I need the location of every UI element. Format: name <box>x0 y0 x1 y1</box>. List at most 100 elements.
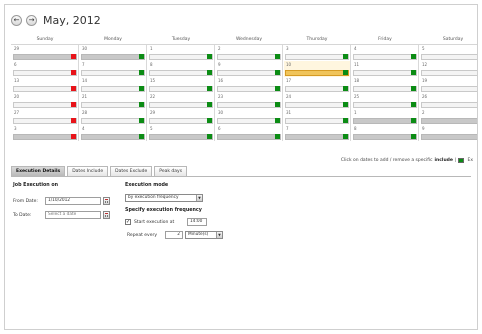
tab-dates-include[interactable]: Dates Include <box>67 166 109 176</box>
include-marker <box>207 118 212 123</box>
day-number: 6 <box>14 62 17 67</box>
calendar-day-cell[interactable]: 9 <box>419 125 477 141</box>
scheduler-window: ← → May, 2012 Sunday Monday Tuesday Wednesd… <box>4 4 478 330</box>
day-number: 27 <box>14 110 20 115</box>
day-slot <box>285 134 349 140</box>
day-slot <box>81 86 145 92</box>
calendar-day-cell[interactable]: 8 <box>351 125 419 141</box>
calendar-day-cell[interactable]: 6 <box>215 125 283 141</box>
day-number: 1 <box>150 46 153 51</box>
calendar-day-cell[interactable]: 28 <box>79 109 147 125</box>
include-marker <box>207 102 212 107</box>
include-marker <box>343 134 348 139</box>
start-execution-label: Start execution at <box>134 220 175 225</box>
calendar-day-cell[interactable]: 3 <box>283 45 351 61</box>
day-number: 13 <box>14 78 20 83</box>
include-marker <box>275 70 280 75</box>
day-slot <box>81 118 145 124</box>
include-marker <box>139 134 144 139</box>
day-number: 14 <box>82 78 88 83</box>
calendar-day-cell[interactable]: 5 <box>147 125 215 141</box>
include-marker <box>139 102 144 107</box>
to-date-calendar-icon[interactable] <box>103 211 110 219</box>
tab-execution-details[interactable]: Execution Details <box>11 166 66 176</box>
include-marker <box>139 86 144 91</box>
execution-mode-select[interactable]: by execution frequency ▼ <box>125 194 203 202</box>
day-slot <box>353 54 417 60</box>
calendar-day-cell[interactable]: 24 <box>283 93 351 109</box>
day-number: 5 <box>422 46 425 51</box>
day-number: 16 <box>218 78 224 83</box>
calendar-week-row: 20 21 22 23 24 25 26 <box>11 92 477 109</box>
calendar-day-cell[interactable]: 11 <box>351 61 419 77</box>
execution-mode-title: Execution mode <box>125 183 169 188</box>
calendar-day-cell[interactable]: 2 <box>419 109 477 125</box>
include-marker <box>207 134 212 139</box>
calendar-day-cell[interactable]: 5 <box>419 45 477 61</box>
calendar-day-cell[interactable]: 4 <box>351 45 419 61</box>
exclude-marker <box>71 54 76 59</box>
calendar-day-cell[interactable]: 1 <box>351 109 419 125</box>
calendar-day-cell[interactable]: 12 <box>419 61 477 77</box>
weekday-label: Sunday <box>36 37 54 42</box>
weekday-label: Thursday <box>306 37 328 42</box>
calendar-day-cell[interactable]: 20 <box>11 93 79 109</box>
calendar-day-cell[interactable]: 30 <box>79 45 147 61</box>
calendar-day-cell[interactable]: 19 <box>419 77 477 93</box>
calendar-day-cell[interactable]: 1 <box>147 45 215 61</box>
calendar-day-cell[interactable]: 4 <box>79 125 147 141</box>
calendar-day-cell[interactable]: 18 <box>351 77 419 93</box>
chevron-down-icon: ▼ <box>216 232 222 238</box>
calendar-day-cell[interactable]: 6 <box>11 61 79 77</box>
calendar-day-cell[interactable]: 22 <box>147 93 215 109</box>
day-slot <box>421 70 477 76</box>
calendar-day-cell[interactable]: 25 <box>351 93 419 109</box>
day-number: 30 <box>82 46 88 51</box>
calendar-day-cell[interactable]: 16 <box>215 77 283 93</box>
start-time-input[interactable]: 14:00 <box>187 218 207 226</box>
next-month-button[interactable]: → <box>26 14 37 26</box>
tab-dates-exclude[interactable]: Dates Exclude <box>110 166 153 176</box>
calendar-day-cell[interactable]: 2 <box>215 45 283 61</box>
calendar-day-cell[interactable]: 15 <box>147 77 215 93</box>
day-slot <box>13 102 77 108</box>
prev-month-button[interactable]: ← <box>11 14 22 26</box>
include-marker <box>139 118 144 123</box>
repeat-unit-select[interactable]: Minute(s) ▼ <box>185 231 223 239</box>
calendar-day-cell[interactable]: 23 <box>215 93 283 109</box>
calendar-day-cell[interactable]: 13 <box>11 77 79 93</box>
day-number: 17 <box>286 78 292 83</box>
start-execution-checkbox[interactable]: ✓ <box>125 219 131 225</box>
calendar-day-cell[interactable]: 27 <box>11 109 79 125</box>
calendar-day-cell[interactable]: 14 <box>79 77 147 93</box>
day-slot <box>217 86 281 92</box>
tab-peak-days[interactable]: Peak days <box>154 166 188 176</box>
calendar-day-cell[interactable]: 26 <box>419 93 477 109</box>
from-date-calendar-icon[interactable] <box>103 197 110 205</box>
day-slot <box>149 118 213 124</box>
calendar-day-cell[interactable]: 21 <box>79 93 147 109</box>
calendar-day-cell[interactable]: 7 <box>283 125 351 141</box>
calendar-day-cell[interactable]: 30 <box>215 109 283 125</box>
calendar-day-cell[interactable]: 31 <box>283 109 351 125</box>
calendar-day-cell[interactable]: 7 <box>79 61 147 77</box>
day-slot <box>81 134 145 140</box>
day-number: 19 <box>422 78 428 83</box>
calendar-week-row: 3 4 5 6 7 8 9 <box>11 124 477 141</box>
calendar-day-cell[interactable]: 17 <box>283 77 351 93</box>
weekday-label: Monday <box>104 37 122 42</box>
day-slot <box>217 134 281 140</box>
calendar-day-cell[interactable]: 29 <box>147 109 215 125</box>
calendar-day-cell[interactable]: 3 <box>11 125 79 141</box>
day-slot <box>149 134 213 140</box>
calendar-day-cell[interactable]: 9 <box>215 61 283 77</box>
calendar-day-cell[interactable]: 29 <box>11 45 79 61</box>
to-date-input[interactable]: Select a date <box>45 211 101 219</box>
from-date-input[interactable]: 1/10/2012 <box>45 197 101 205</box>
calendar-day-cell[interactable]: 8 <box>147 61 215 77</box>
day-number: 5 <box>150 126 153 131</box>
day-slot <box>13 54 77 60</box>
repeat-count-input[interactable]: 2 <box>165 231 183 239</box>
day-slot <box>285 118 349 124</box>
calendar-day-cell[interactable]: 10 <box>283 61 351 77</box>
